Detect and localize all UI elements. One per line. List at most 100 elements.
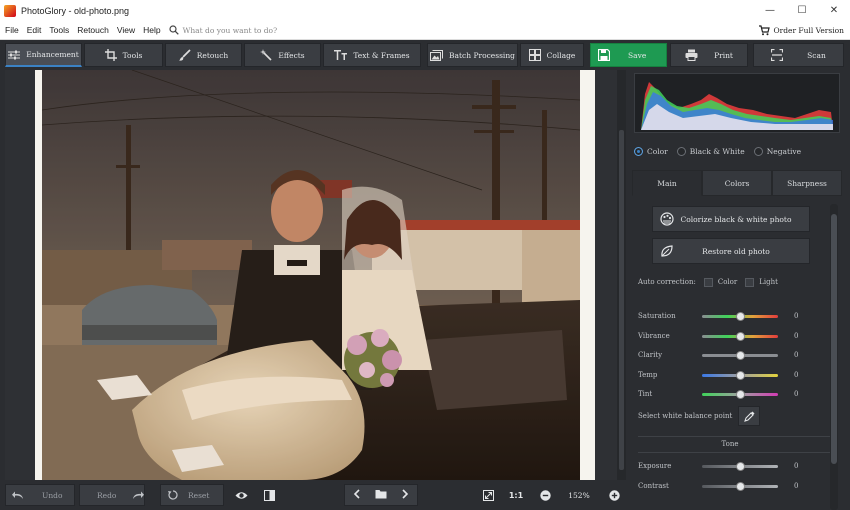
radio-dot-icon — [634, 146, 643, 156]
saturation-thumb[interactable] — [736, 311, 745, 321]
vibrance-slider[interactable] — [702, 331, 778, 341]
eyedropper-icon — [743, 411, 755, 422]
save-button[interactable]: Save — [590, 43, 667, 67]
tab-retouch[interactable]: Retouch — [165, 43, 242, 67]
fit-to-screen-icon[interactable] — [477, 484, 499, 506]
temp-thumb[interactable] — [736, 370, 745, 380]
temp-slider[interactable] — [702, 370, 778, 380]
tab-effects[interactable]: Effects — [244, 43, 321, 67]
clarity-thumb[interactable] — [736, 350, 745, 360]
compare-split-icon[interactable] — [258, 484, 280, 506]
zoom-out-icon[interactable] — [534, 484, 556, 506]
canvas-scrollbar[interactable] — [617, 70, 626, 480]
saturation-label: Saturation — [638, 312, 676, 320]
clarity-slider[interactable] — [702, 350, 778, 360]
edited-photo[interactable] — [42, 70, 580, 480]
canvas-scroll-thumb[interactable] — [619, 130, 624, 470]
menu-tools[interactable]: Tools — [45, 25, 73, 35]
redo-button[interactable]: Redo — [79, 484, 145, 506]
section-divider — [638, 436, 834, 437]
tab-tools[interactable]: Tools — [84, 43, 163, 67]
search-input[interactable]: What do you want to do? — [183, 26, 277, 35]
colorize-label: Colorize black & white photo — [680, 214, 792, 224]
tab-sharpness[interactable]: Sharpness — [772, 170, 842, 196]
text-icon — [334, 50, 348, 60]
undo-button[interactable]: Undo — [5, 484, 75, 506]
tone-section-title: Tone — [721, 440, 739, 448]
auto-light-checkbox[interactable]: Light — [745, 277, 778, 287]
adjustments-panel: Color Black & White Negative Main Colors… — [626, 70, 850, 510]
tint-slider[interactable] — [702, 389, 778, 399]
eyedropper-button[interactable] — [738, 406, 761, 426]
exposure-label: Exposure — [638, 462, 672, 470]
restore-old-photo-button[interactable]: Restore old photo — [652, 238, 810, 264]
auto-light-label: Light — [759, 278, 778, 286]
redo-icon — [132, 491, 145, 500]
tab-text-frames-label: Text & Frames — [353, 50, 410, 60]
saturation-slider[interactable] — [702, 311, 778, 321]
search-icon — [169, 25, 179, 35]
order-label: Order Full Version — [773, 26, 844, 35]
contrast-slider[interactable] — [702, 481, 778, 491]
menu-retouch[interactable]: Retouch — [73, 25, 113, 35]
menu-bar: File Edit Tools Retouch View Help What d… — [0, 21, 850, 40]
close-icon[interactable]: ✕ — [818, 0, 850, 21]
preview-eye-icon[interactable] — [230, 484, 252, 506]
color-mode-group: Color Black & White Negative — [634, 141, 842, 161]
minimize-icon[interactable]: — — [754, 0, 786, 21]
zoom-in-icon[interactable] — [603, 484, 625, 506]
mode-black-white-radio[interactable]: Black & White — [676, 146, 745, 156]
tab-main[interactable]: Main — [632, 170, 702, 196]
menu-view[interactable]: View — [113, 25, 139, 35]
mode-color-radio[interactable]: Color — [634, 146, 668, 156]
contrast-thumb[interactable] — [736, 481, 745, 491]
collage-grid-icon — [528, 49, 541, 61]
maximize-icon[interactable]: ☐ — [786, 0, 818, 21]
reset-button[interactable]: Reset — [160, 484, 224, 506]
mode-negative-radio[interactable]: Negative — [753, 146, 801, 156]
image-canvas[interactable] — [5, 70, 617, 480]
tab-text-frames[interactable]: Text & Frames — [323, 43, 421, 67]
wedding-photo-image — [42, 70, 580, 480]
menu-edit[interactable]: Edit — [23, 25, 46, 35]
panel-scroll-thumb[interactable] — [831, 214, 837, 464]
next-file-icon[interactable] — [402, 489, 409, 501]
scan-button[interactable]: Scan — [753, 43, 844, 67]
auto-color-checkbox[interactable]: Color — [703, 277, 738, 287]
previous-file-icon[interactable] — [353, 489, 360, 501]
contrast-slider-row: Contrast 0 — [638, 480, 798, 492]
actual-size-button[interactable]: 1:1 — [505, 484, 527, 506]
tint-thumb[interactable] — [736, 389, 745, 399]
order-full-version-link[interactable]: Order Full Version — [758, 21, 844, 40]
tab-enhancement[interactable]: Enhancement — [5, 43, 82, 67]
panel-scrollbar[interactable] — [830, 204, 838, 510]
batch-processing-label: Batch Processing — [449, 50, 515, 60]
auto-correction-row: Auto correction: Color Light — [638, 276, 778, 288]
auto-color-label: Color — [717, 278, 738, 286]
menu-file[interactable]: File — [1, 25, 23, 35]
tab-effects-label: Effects — [278, 50, 305, 60]
command-search[interactable]: What do you want to do? — [169, 25, 277, 35]
checkbox-box-icon — [745, 277, 755, 287]
leaf-icon — [657, 244, 677, 258]
vibrance-label: Vibrance — [638, 332, 670, 340]
mode-black-white-label: Black & White — [689, 146, 745, 156]
window-controls: — ☐ ✕ — [754, 0, 850, 21]
main-toolbar: Enhancement Tools Retouch Effects Text &… — [0, 40, 850, 70]
exposure-slider[interactable] — [702, 461, 778, 471]
open-folder-icon[interactable] — [375, 489, 387, 501]
batch-processing-button[interactable]: Batch Processing — [427, 43, 518, 67]
tint-value: 0 — [794, 390, 799, 398]
section-divider — [638, 452, 834, 453]
vibrance-thumb[interactable] — [736, 331, 745, 341]
menu-help[interactable]: Help — [139, 25, 164, 35]
sliders-icon — [8, 50, 21, 60]
exposure-thumb[interactable] — [736, 461, 745, 471]
tab-colors[interactable]: Colors — [702, 170, 772, 196]
colorize-button[interactable]: Colorize black & white photo — [652, 206, 810, 232]
zoom-level[interactable]: 152% — [560, 484, 598, 506]
print-button[interactable]: Print — [670, 43, 748, 67]
collage-button[interactable]: Collage — [520, 43, 584, 67]
save-disk-icon — [598, 49, 610, 61]
reset-label: Reset — [188, 490, 210, 500]
